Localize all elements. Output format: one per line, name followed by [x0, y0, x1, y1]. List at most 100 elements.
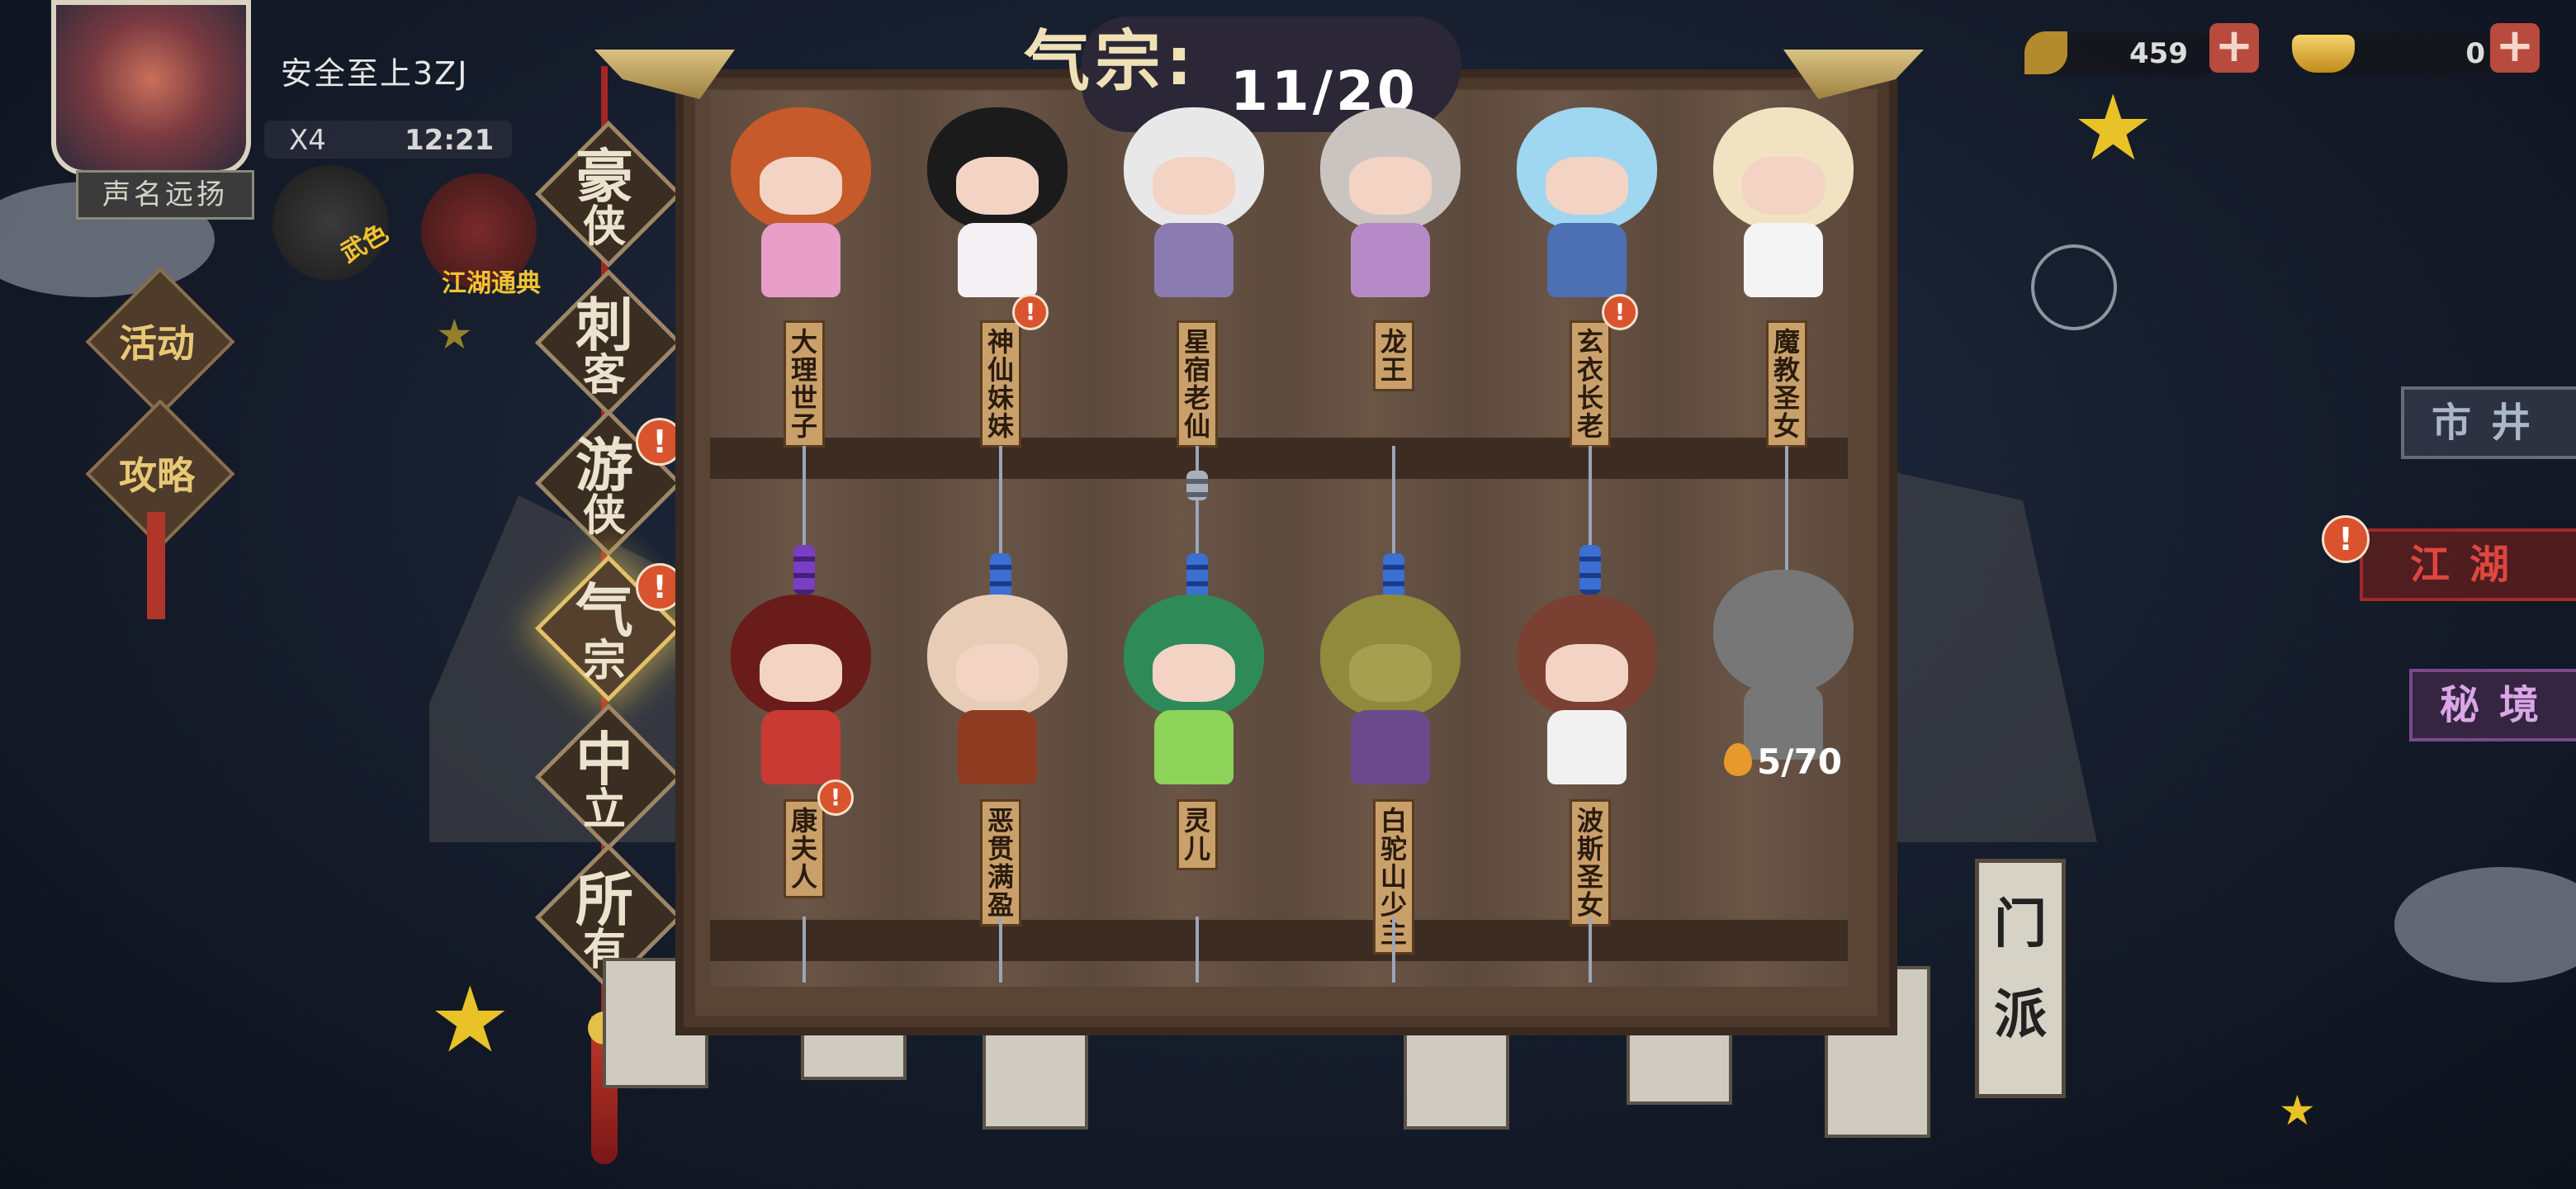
character-face	[1349, 644, 1432, 702]
leaf-icon	[2024, 31, 2067, 74]
leaf-currency-value: 459	[2129, 37, 2188, 70]
character-card[interactable]	[710, 91, 892, 306]
guide-label: 攻略	[119, 453, 195, 498]
lower-shelf	[710, 920, 1848, 961]
add-ingot-button[interactable]: +	[2490, 23, 2540, 73]
hanging-string	[1196, 917, 1199, 983]
character-face	[1349, 157, 1432, 215]
character-face	[1546, 157, 1628, 215]
character-outfit	[761, 710, 841, 784]
character-outfit	[1351, 223, 1430, 297]
tab-label-2: 立	[582, 785, 626, 835]
character-card[interactable]	[1496, 578, 1678, 793]
sect-plaque-char-1: 门	[1994, 894, 2047, 955]
guide-tassel	[147, 512, 165, 619]
character-card[interactable]	[710, 578, 892, 793]
tab-label-2: 侠	[582, 202, 626, 252]
player-avatar[interactable]	[51, 0, 251, 175]
sect-plaque-button[interactable]: 门 派	[1975, 859, 2066, 1098]
tab-qizong[interactable]: 气 宗 !	[534, 554, 684, 703]
character-nameplate: 波斯圣女	[1570, 799, 1611, 926]
character-card[interactable]	[1300, 91, 1481, 306]
jianghu-button[interactable]: 江湖	[2360, 528, 2576, 601]
jianghu-label: 江湖	[2409, 542, 2529, 588]
character-face	[760, 157, 842, 215]
character-face	[956, 157, 1039, 215]
tab-label-2: 宗	[582, 637, 626, 686]
tab-label-2: 客	[582, 351, 626, 400]
character-card[interactable]	[1103, 578, 1285, 793]
star-decor: ★	[436, 310, 473, 358]
character-nameplate: 康夫人	[784, 799, 825, 898]
character-card[interactable]	[907, 91, 1088, 306]
tab-youxia[interactable]: 游 侠 !	[534, 409, 684, 557]
character-face	[1742, 619, 1825, 677]
secret-realm-label: 秘境	[2439, 682, 2559, 728]
ingot-currency-value: 0	[2465, 37, 2485, 70]
cloud-decor	[2394, 867, 2576, 983]
character-alert-icon: !	[1602, 294, 1638, 330]
character-outfit	[958, 710, 1037, 784]
hanging-string	[803, 917, 806, 983]
collection-title: 气宗:	[1024, 23, 1197, 100]
tab-cike[interactable]: 刺 客	[534, 268, 683, 417]
character-outfit	[1154, 223, 1234, 297]
character-face	[1546, 644, 1628, 702]
character-face	[1153, 644, 1235, 702]
character-nameplate: 玄衣长老	[1570, 320, 1611, 448]
star-decor: ★	[2072, 75, 2154, 181]
fame-button[interactable]: 声名远扬	[76, 170, 254, 220]
event-label: 活动	[119, 321, 195, 366]
locked-character-card[interactable]	[1693, 553, 1874, 768]
shard-icon	[1724, 743, 1752, 776]
star-decor: ★	[2279, 1087, 2316, 1135]
tab-haoxia[interactable]: 豪 侠	[534, 120, 683, 268]
character-card[interactable]	[1693, 91, 1874, 306]
character-outfit	[761, 223, 841, 297]
character-nameplate: 恶贯满盈	[980, 799, 1021, 926]
add-leaf-button[interactable]: +	[2209, 23, 2259, 73]
skin-item-label: 武色	[336, 218, 394, 269]
jianghu-alert-icon: !	[2322, 515, 2370, 563]
stamina-multiplier: X4	[289, 124, 326, 157]
sect-plaque-char-2: 派	[1994, 985, 2047, 1046]
player-name: 安全至上3ZJ	[281, 55, 469, 92]
character-face	[1153, 157, 1235, 215]
market-button[interactable]: 市井	[2401, 386, 2576, 459]
hanging-string	[1392, 917, 1395, 983]
star-decor: ★	[429, 967, 511, 1073]
stamina-timer: 12:21	[405, 124, 495, 157]
bead-ornament	[1186, 471, 1208, 500]
character-outfit	[1547, 223, 1627, 297]
character-card[interactable]	[907, 578, 1088, 793]
tab-label-2: 侠	[582, 491, 626, 541]
codex-label: 江湖通典	[442, 269, 541, 298]
upper-shelf	[710, 438, 1848, 479]
character-nameplate: 大理世子	[784, 320, 825, 448]
bubble-decor	[2031, 244, 2117, 330]
character-card[interactable]	[1496, 91, 1678, 306]
tab-zhongli[interactable]: 中 立	[534, 703, 683, 851]
character-nameplate: 星宿老仙	[1177, 320, 1218, 448]
secret-realm-button[interactable]: 秘境	[2409, 669, 2576, 741]
character-face	[956, 644, 1039, 702]
character-outfit	[1744, 223, 1823, 297]
character-card[interactable]	[1103, 91, 1285, 306]
hanging-string	[999, 917, 1002, 983]
character-nameplate: 灵儿	[1177, 799, 1218, 870]
character-card[interactable]	[1300, 578, 1481, 793]
character-outfit	[1547, 710, 1627, 784]
character-outfit	[1154, 710, 1234, 784]
character-nameplate: 神仙妹妹	[980, 320, 1021, 448]
character-face	[1742, 157, 1825, 215]
character-face	[760, 644, 842, 702]
character-alert-icon: !	[817, 779, 854, 816]
character-nameplate: 龙王	[1373, 320, 1414, 391]
skin-item-icon[interactable]: 武色	[272, 165, 393, 281]
character-alert-icon: !	[1012, 294, 1049, 330]
gold-ingot-icon	[2292, 35, 2355, 73]
character-outfit	[1351, 710, 1430, 784]
market-label: 市井	[2431, 400, 2550, 446]
character-nameplate: 魔教圣女	[1766, 320, 1807, 448]
character-outfit	[958, 223, 1037, 297]
